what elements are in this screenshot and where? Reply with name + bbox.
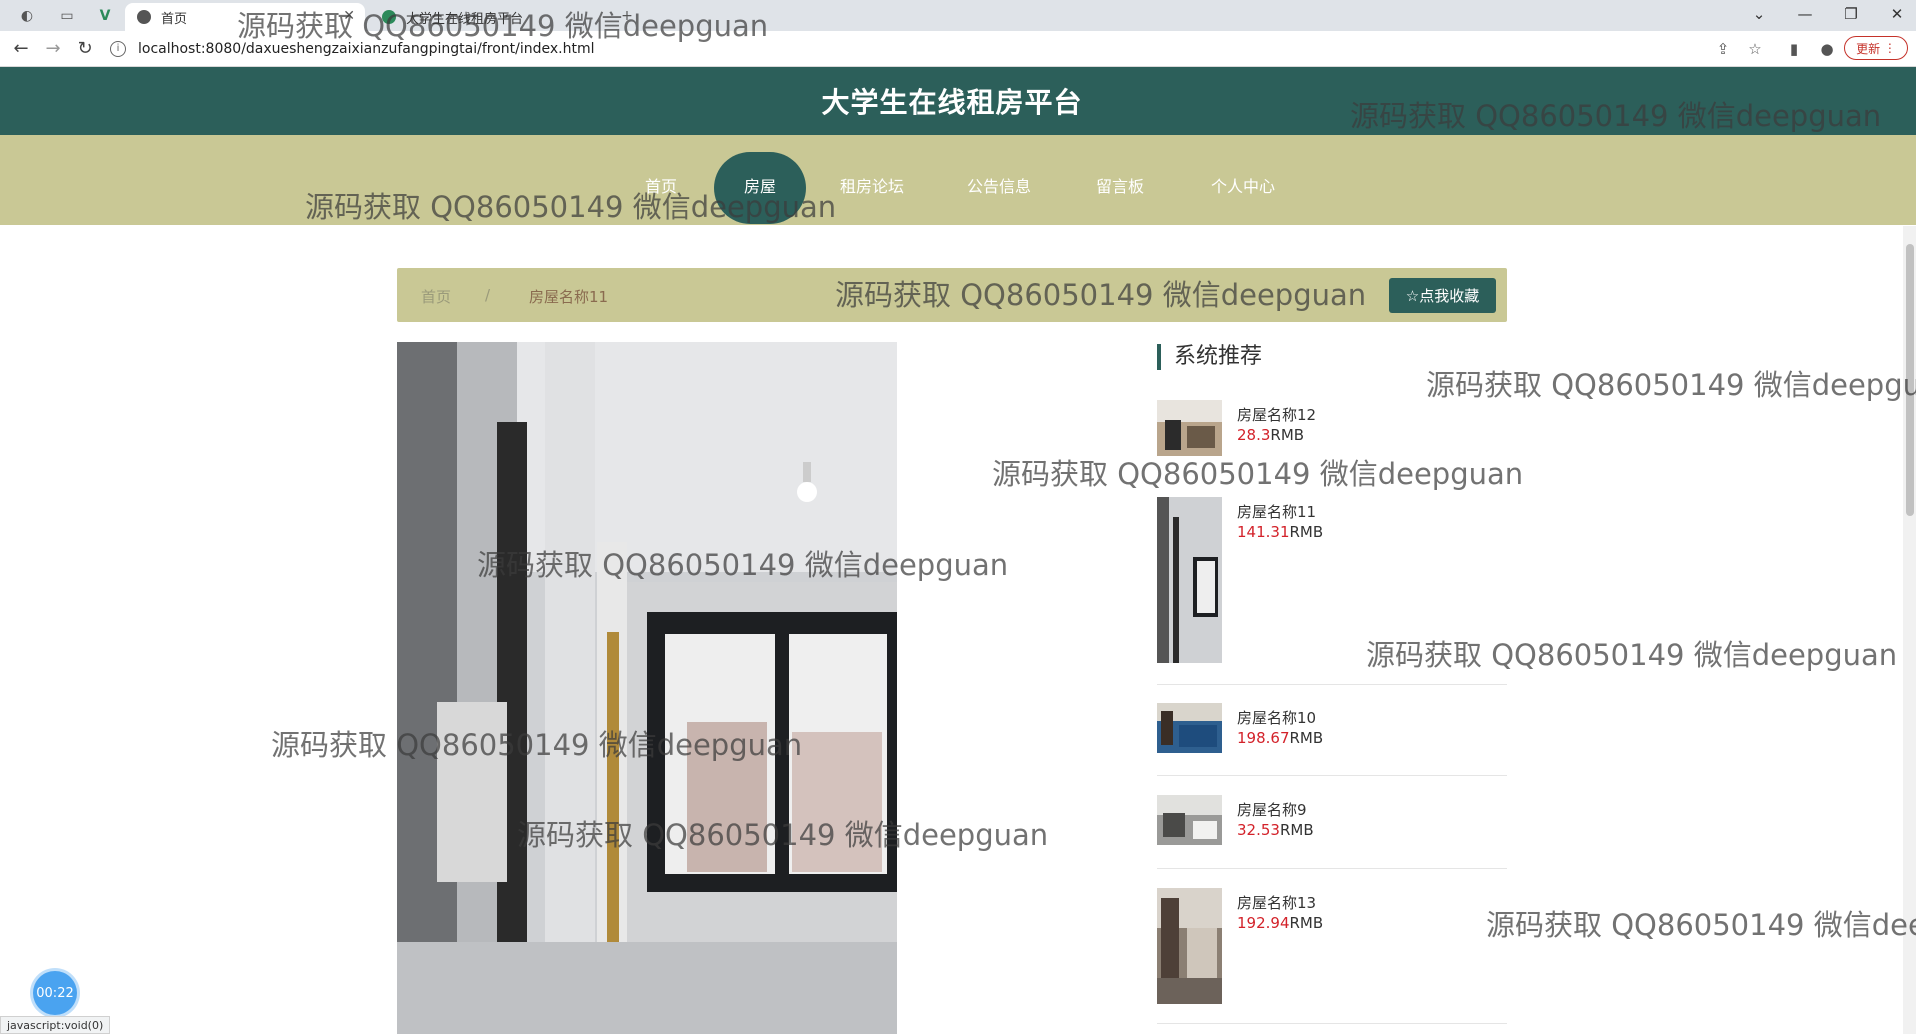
main-nav: 首页 房屋 租房论坛 公告信息 留言板 个人中心: [0, 135, 1916, 225]
browser-tab-bar: ◐ ▭ V 首页 ✕ 大学生在线租房平台 + ⌄ — ❐ ✕: [0, 0, 1916, 31]
recommend-item[interactable]: 房屋名称9 32.53RMB: [1157, 795, 1507, 869]
recommend-item[interactable]: 房屋名称13 192.94RMB: [1157, 888, 1507, 1024]
divider: [1157, 684, 1507, 685]
recommend-name[interactable]: 房屋名称9: [1237, 799, 1307, 820]
recommend-price: 28.3: [1237, 426, 1271, 444]
back-icon[interactable]: ←: [8, 37, 34, 61]
recommend-item[interactable]: 房屋名称10 198.67RMB: [1157, 703, 1507, 776]
divider: [1157, 775, 1507, 776]
forward-icon[interactable]: →: [40, 37, 66, 61]
browser-menu-icon[interactable]: ◐: [12, 4, 42, 28]
breadcrumb-separator: /: [485, 286, 491, 304]
nav-item-forum[interactable]: 租房论坛: [832, 135, 912, 225]
recommend-price-line: 32.53RMB: [1237, 821, 1314, 839]
recommend-item[interactable]: 房屋名称12 28.3RMB: [1157, 400, 1507, 488]
globe-icon: [137, 10, 151, 24]
recommend-name[interactable]: 房屋名称11: [1237, 501, 1316, 522]
restore-icon[interactable]: ❐: [1828, 0, 1874, 28]
recommend-thumbnail[interactable]: [1157, 497, 1222, 663]
breadcrumb: 首页 / 房屋名称11: [397, 268, 1507, 322]
recommend-price-unit: RMB: [1289, 523, 1324, 541]
recommend-price-unit: RMB: [1279, 821, 1314, 839]
address-bar: ← → ↻ i localhost:8080/daxueshengzaixian…: [0, 31, 1916, 67]
watermark: 源码获取 QQ86050149 微信deepguan: [1426, 368, 1916, 402]
divider: [1157, 1023, 1507, 1024]
vue-devtools-icon[interactable]: V: [90, 4, 120, 28]
url-field[interactable]: i localhost:8080/daxueshengzaixianzufang…: [110, 35, 1710, 63]
tab-group-icon[interactable]: ▭: [52, 4, 82, 28]
share-icon[interactable]: ⇪: [1711, 37, 1735, 61]
recommend-price: 32.53: [1237, 821, 1280, 839]
recommend-thumbnail[interactable]: [1157, 795, 1222, 845]
recommend-thumbnail[interactable]: [1157, 400, 1222, 456]
recommend-name[interactable]: 房屋名称10: [1237, 707, 1316, 728]
collect-button[interactable]: ☆点我收藏: [1389, 278, 1496, 313]
site-info-icon[interactable]: i: [110, 41, 126, 57]
reload-icon[interactable]: ↻: [72, 37, 98, 61]
site-header: 大学生在线租房平台: [0, 67, 1916, 135]
tab-home[interactable]: 首页 ✕: [125, 3, 365, 31]
recommend-thumbnail[interactable]: [1157, 703, 1222, 753]
watermark: 源码获取 QQ86050149 微信deepguan: [1486, 908, 1916, 942]
nav-item-house[interactable]: 房屋: [730, 135, 790, 225]
divider: [1157, 868, 1507, 869]
recommend-price-unit: RMB: [1289, 914, 1324, 932]
close-icon[interactable]: ✕: [343, 8, 355, 24]
new-tab-icon[interactable]: +: [612, 4, 642, 28]
update-button[interactable]: 更新 ⋮: [1844, 36, 1908, 60]
breadcrumb-home[interactable]: 首页: [421, 286, 451, 307]
recommend-price: 141.31: [1237, 523, 1290, 541]
url-text: localhost:8080/daxueshengzaixianzufangpi…: [138, 41, 595, 57]
recommend-price: 192.94: [1237, 914, 1290, 932]
tab-title: 大学生在线租房平台: [406, 11, 524, 27]
window-close-icon[interactable]: ✕: [1874, 0, 1916, 28]
bookmark-star-icon[interactable]: ☆: [1743, 37, 1767, 61]
recommend-title: 系统推荐: [1157, 344, 1262, 370]
status-bar: javascript:void(0): [0, 1016, 111, 1034]
breadcrumb-current: 房屋名称11: [529, 288, 609, 306]
vue-icon: [382, 10, 396, 24]
profile-icon[interactable]: ●: [1815, 37, 1839, 61]
recommend-thumbnail[interactable]: [1157, 888, 1222, 1004]
nav-item-home[interactable]: 首页: [636, 135, 686, 225]
nav-item-message-board[interactable]: 留言板: [1089, 135, 1151, 225]
chevron-down-icon[interactable]: ⌄: [1736, 0, 1782, 28]
recommend-price-line: 198.67RMB: [1237, 729, 1323, 747]
recording-timer: 00:22: [33, 971, 77, 1015]
recommend-price-line: 192.94RMB: [1237, 914, 1323, 932]
nav-item-profile[interactable]: 个人中心: [1202, 135, 1284, 225]
minimize-icon[interactable]: —: [1782, 0, 1828, 28]
side-panel-icon[interactable]: ▮: [1782, 37, 1806, 61]
recommend-price-line: 28.3RMB: [1237, 426, 1304, 444]
scrollbar-thumb[interactable]: [1906, 244, 1914, 516]
tab-site[interactable]: 大学生在线租房平台: [370, 3, 610, 31]
recommend-price-line: 141.31RMB: [1237, 523, 1323, 541]
tab-title: 首页: [161, 11, 188, 27]
recommend-price: 198.67: [1237, 729, 1290, 747]
site-title: 大学生在线租房平台: [821, 86, 1083, 119]
recommend-price-unit: RMB: [1270, 426, 1305, 444]
update-label: 更新: [1856, 41, 1881, 56]
recommend-name[interactable]: 房屋名称12: [1237, 404, 1316, 425]
house-main-image: [397, 342, 897, 1034]
recommend-price-unit: RMB: [1289, 729, 1324, 747]
nav-item-notice[interactable]: 公告信息: [959, 135, 1039, 225]
recommend-item[interactable]: 房屋名称11 141.31RMB: [1157, 497, 1507, 685]
recommend-name[interactable]: 房屋名称13: [1237, 892, 1316, 913]
